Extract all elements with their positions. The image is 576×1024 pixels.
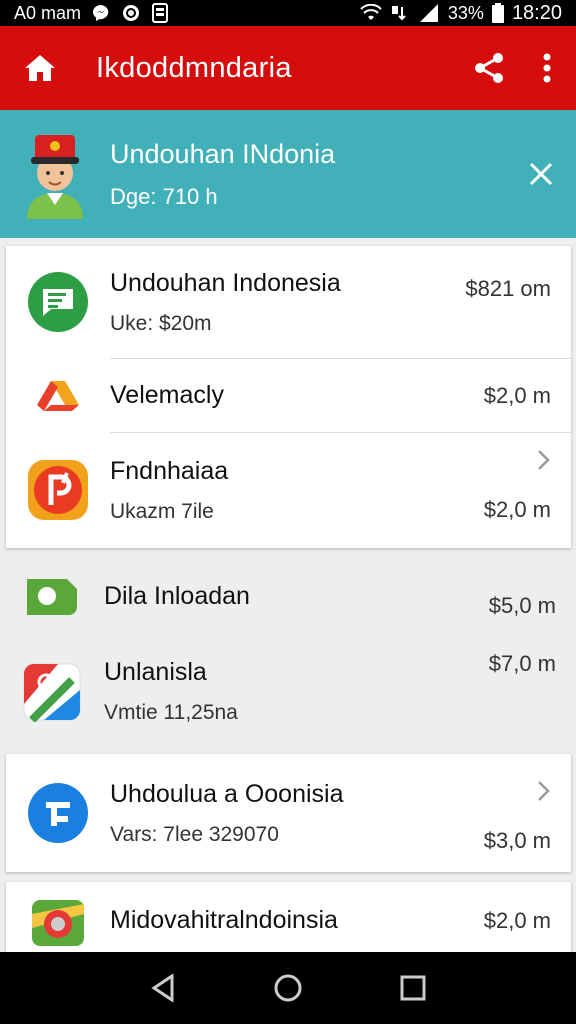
wifi-icon (360, 4, 382, 22)
chevron-right-icon (538, 450, 550, 470)
share-button[interactable] (460, 26, 518, 110)
item-price: $2,0 m (483, 383, 551, 408)
item-price: $7,0 m (488, 651, 556, 676)
navigation-bar (0, 952, 576, 1024)
list-item[interactable]: Uhdoulua a Ooonisia Vars: 7lee 329070 $3… (6, 754, 571, 872)
data-icon (390, 3, 410, 23)
pdf-app-icon (6, 459, 110, 521)
maps-app-icon (0, 660, 104, 722)
camera-app-icon (0, 573, 104, 619)
recents-button[interactable] (383, 958, 443, 1018)
battery-percent: 33% (447, 2, 484, 23)
home-circle-icon (274, 974, 302, 1002)
more-vert-icon (543, 53, 551, 83)
app-list-plain: Dila Inloadan $5,0 m Unlanisla Vmtie 11,… (0, 555, 576, 745)
home-button[interactable] (0, 26, 80, 110)
app-list-card: Midovahitralndoinsia $2,0 m (6, 882, 571, 952)
messenger-icon (91, 3, 111, 23)
item-price: $5,0 m (488, 593, 556, 618)
signal-icon (418, 3, 440, 23)
list-item[interactable]: Fndnhaiaa Ukazm 7ile $2,0 m (6, 433, 571, 547)
recents-icon (400, 975, 426, 1001)
item-subtitle: Vmtie 11,25na (104, 700, 238, 724)
app-list-card: Uhdoulua a Ooonisia Vars: 7lee 329070 $3… (6, 754, 571, 872)
home-icon (25, 55, 55, 81)
item-subtitle: Uke: $20m (110, 311, 212, 335)
app-list-card: Undouhan Indonesia Uke: $20m $821 om Vel… (6, 246, 571, 548)
blue-app-icon (6, 782, 110, 844)
refresh-icon (121, 3, 141, 23)
carrier-label: A0 mam (14, 2, 82, 23)
chevron-right-icon (538, 781, 550, 801)
battery-icon (491, 3, 504, 23)
sim-icon (151, 3, 169, 23)
item-price: $2,0 m (483, 908, 551, 933)
close-banner-button[interactable] (506, 110, 576, 238)
list-item[interactable]: Dila Inloadan $5,0 m (0, 555, 576, 637)
status-bar: A0 mam 33% 18:20 (0, 0, 576, 26)
list-item[interactable]: Unlanisla Vmtie 11,25na $7,0 m (0, 637, 576, 745)
promo-banner: Undouhan INdonia Dge: 710 h (0, 110, 576, 238)
share-icon (475, 53, 503, 83)
close-icon (529, 162, 553, 186)
back-icon (150, 974, 174, 1002)
item-price: $2,0 m (483, 497, 551, 522)
item-price: $3,0 m (483, 828, 551, 853)
item-price: $821 om (465, 276, 551, 301)
banner-title: Undouhan INdonia (110, 138, 336, 169)
list-item[interactable]: Velemacly $2,0 m (6, 359, 571, 432)
clock: 18:20 (511, 1, 562, 24)
drive-app-icon (6, 379, 110, 413)
banner-subtitle: Dge: 710 h (110, 183, 218, 209)
list-item[interactable]: Undouhan Indonesia Uke: $20m $821 om (6, 246, 571, 358)
chat-app-icon (6, 271, 110, 333)
app-title: Ikdoddmndaria (96, 51, 292, 84)
more-options-button[interactable] (518, 26, 576, 110)
app-bar: Ikdoddmndaria (0, 26, 576, 110)
list-item[interactable]: Midovahitralndoinsia $2,0 m (6, 882, 571, 958)
back-button[interactable] (133, 958, 193, 1018)
home-nav-button[interactable] (258, 958, 318, 1018)
maps-pin-app-icon (6, 894, 110, 946)
guard-avatar-icon (0, 110, 110, 238)
